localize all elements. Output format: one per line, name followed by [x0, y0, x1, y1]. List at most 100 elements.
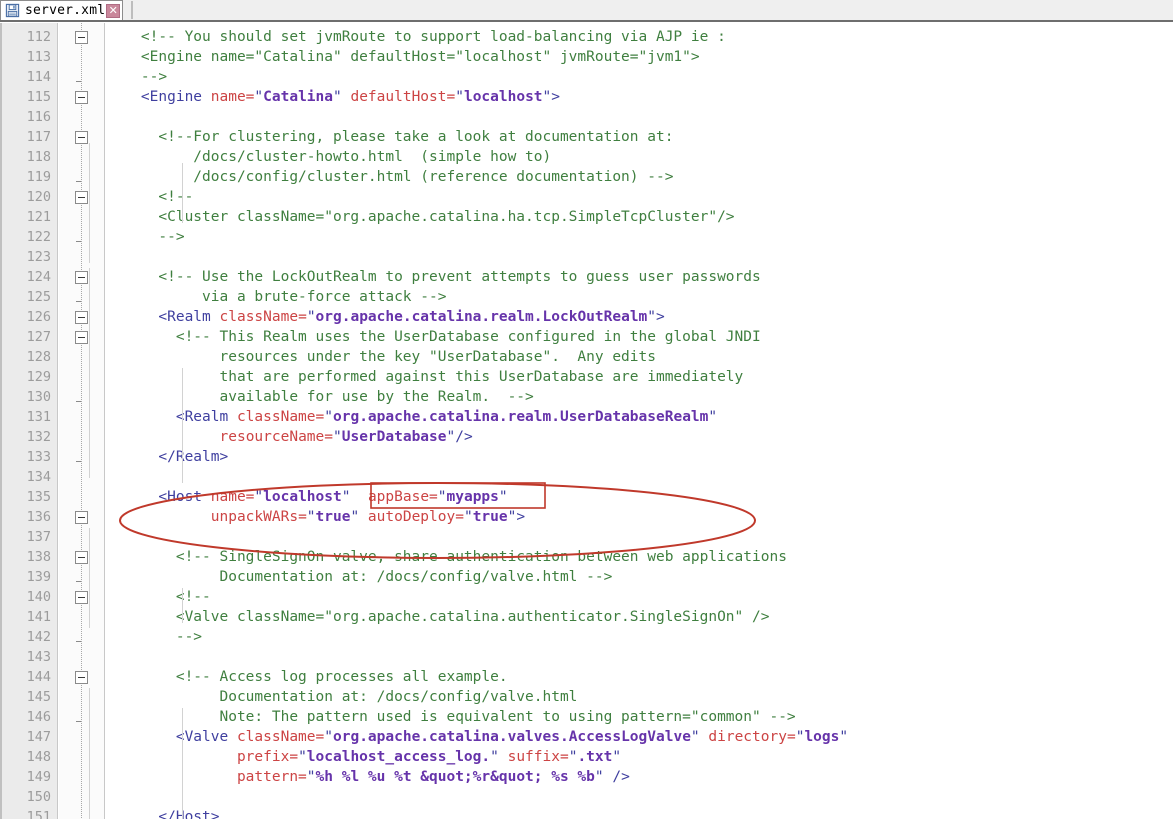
line-number: 143 — [26, 649, 51, 665]
code-folding-gutter[interactable] — [59, 23, 105, 819]
code-line[interactable]: that are performed against this UserData… — [106, 367, 743, 387]
code-line[interactable]: </Host> — [106, 807, 219, 819]
code-line[interactable]: resourceName="UserDatabase"/> — [106, 427, 473, 447]
code-line[interactable]: <Engine name="Catalina" defaultHost="loc… — [106, 87, 560, 107]
code-line[interactable]: Documentation at: /docs/config/valve.htm… — [106, 567, 612, 587]
code-token-tag: <Valve — [106, 729, 237, 745]
code-editor[interactable]: 112 113 114 115 116 117 118 119 120 121 122 123 124 1… — [0, 23, 1173, 819]
code-line[interactable]: pattern="%h %l %u %t &quot;%r&quot; %s %… — [106, 767, 630, 787]
code-line[interactable]: <!-- — [106, 187, 193, 207]
fold-collapse-icon[interactable] — [75, 131, 88, 144]
code-content[interactable]: <!-- You should set jvmRoute to support … — [106, 23, 1173, 819]
line-number: 120 — [26, 189, 51, 205]
code-line[interactable]: <!-- This Realm uses the UserDatabase co… — [106, 327, 761, 347]
code-token-cmt: <!-- SingleSignOn valve, share authentic… — [106, 549, 787, 565]
fold-end-marker — [76, 81, 81, 82]
code-line[interactable]: Note: The pattern used is equivalent to … — [106, 707, 795, 727]
fold-collapse-icon[interactable] — [75, 91, 88, 104]
line-number: 115 — [26, 89, 51, 105]
fold-collapse-icon[interactable] — [75, 511, 88, 524]
code-line[interactable]: </Realm> — [106, 447, 228, 467]
code-line[interactable]: <Valve className="org.apache.catalina.va… — [106, 727, 848, 747]
code-token-cmt: <!-- — [106, 589, 211, 605]
code-line[interactable]: <Valve className="org.apache.catalina.au… — [106, 607, 770, 627]
fold-collapse-icon[interactable] — [75, 31, 88, 44]
code-token-tag: " — [463, 509, 473, 525]
code-token-cmt: Documentation at: /docs/config/valve.htm… — [106, 689, 578, 705]
code-line[interactable]: <Engine name="Catalina" defaultHost="loc… — [106, 47, 700, 67]
code-line[interactable]: --> — [106, 227, 184, 247]
code-line[interactable]: <Realm className="org.apache.catalina.re… — [106, 307, 664, 327]
code-line[interactable]: <Cluster className="org.apache.catalina.… — [106, 207, 734, 227]
line-number: 112 — [26, 29, 51, 45]
code-token-cmt: via a brute-force attack --> — [106, 289, 447, 305]
code-token-val: .txt — [577, 749, 613, 765]
code-token-tag: " — [708, 409, 718, 425]
line-number: 121 — [26, 209, 51, 225]
code-line[interactable]: <Realm className="org.apache.catalina.re… — [106, 407, 717, 427]
fold-collapse-icon[interactable] — [75, 191, 88, 204]
code-token-att: className= — [236, 729, 325, 745]
code-token-cmt: <Engine name="Catalina" defaultHost="loc… — [106, 49, 700, 65]
line-number: 118 — [26, 149, 51, 165]
code-token-cmt: <!-- Use the LockOutRealm to prevent att… — [106, 269, 761, 285]
fold-collapse-icon[interactable] — [75, 331, 88, 344]
code-line[interactable]: available for use by the Realm. --> — [106, 387, 533, 407]
code-token-val: localhost — [463, 89, 543, 105]
code-token-tag: " — [839, 729, 849, 745]
fold-collapse-icon[interactable] — [75, 551, 88, 564]
line-number: 125 — [26, 289, 51, 305]
code-line[interactable]: --> — [106, 627, 202, 647]
line-number: 137 — [26, 529, 51, 545]
code-line[interactable]: <!-- Access log processes all example. — [106, 667, 508, 687]
code-token-val: %h %l %u %t &quot;%r&quot; %s %b — [315, 769, 595, 785]
code-token-att: className= — [236, 409, 325, 425]
code-token-tag: " — [498, 489, 508, 505]
code-token-cmt: <!-- This Realm uses the UserDatabase co… — [106, 329, 761, 345]
code-token-tag: " — [437, 489, 447, 505]
code-token-val: org.apache.catalina.realm.UserDatabaseRe… — [333, 409, 709, 425]
line-number: 129 — [26, 369, 51, 385]
fold-collapse-icon[interactable] — [75, 591, 88, 604]
code-line[interactable]: resources under the key "UserDatabase". … — [106, 347, 656, 367]
code-line[interactable]: <!-- SingleSignOn valve, share authentic… — [106, 547, 787, 567]
code-line[interactable]: --> — [106, 67, 167, 87]
code-token-tag: "/> — [446, 429, 473, 445]
fold-collapse-icon[interactable] — [75, 671, 88, 684]
code-line[interactable]: prefix="localhost_access_log." suffix=".… — [106, 747, 621, 767]
code-line[interactable]: unpackWARs="true" autoDeploy="true"> — [106, 507, 525, 527]
code-line[interactable]: Documentation at: /docs/config/valve.htm… — [106, 687, 577, 707]
code-line[interactable]: /docs/config/cluster.html (reference doc… — [106, 167, 673, 187]
code-token-att: unpackWARs= — [210, 509, 307, 525]
code-token-att: defaultHost= — [350, 89, 456, 105]
code-token-val: myapps — [446, 489, 499, 505]
code-line[interactable]: <!-- You should set jvmRoute to support … — [106, 27, 726, 47]
line-number: 136 — [26, 509, 51, 525]
close-icon[interactable]: ✕ — [106, 3, 121, 18]
code-line[interactable]: via a brute-force attack --> — [106, 287, 446, 307]
fold-collapse-icon[interactable] — [75, 271, 88, 284]
fold-end-marker — [76, 401, 81, 402]
code-token-tag: " /> — [594, 769, 630, 785]
code-token-val: localhost — [263, 489, 342, 505]
code-line[interactable]: <Host name="localhost" appBase="myapps" — [106, 487, 508, 507]
line-number: 127 — [26, 329, 51, 345]
fold-collapse-icon[interactable] — [75, 311, 88, 324]
code-line[interactable]: <!-- Use the LockOutRealm to prevent att… — [106, 267, 761, 287]
line-number: 142 — [26, 629, 51, 645]
code-token-tag: " — [298, 749, 307, 765]
floppy-save-icon — [5, 3, 20, 18]
code-token-tag: " — [254, 89, 264, 105]
code-line[interactable]: <!-- — [106, 587, 211, 607]
indent-guide — [182, 588, 183, 623]
code-token-cmt: <!-- You should set jvmRoute to support … — [106, 29, 726, 45]
code-token-val: true — [315, 509, 351, 525]
line-number: 128 — [26, 349, 51, 365]
editor-tab-server-xml[interactable]: server.xml ✕ — [0, 0, 124, 20]
code-line[interactable]: <!--For clustering, please take a look a… — [106, 127, 673, 147]
line-number: 138 — [26, 549, 51, 565]
code-line[interactable]: /docs/cluster-howto.html (simple how to) — [106, 147, 551, 167]
code-token-tag: <Host — [106, 489, 211, 505]
code-token-tag: " — [333, 89, 351, 105]
